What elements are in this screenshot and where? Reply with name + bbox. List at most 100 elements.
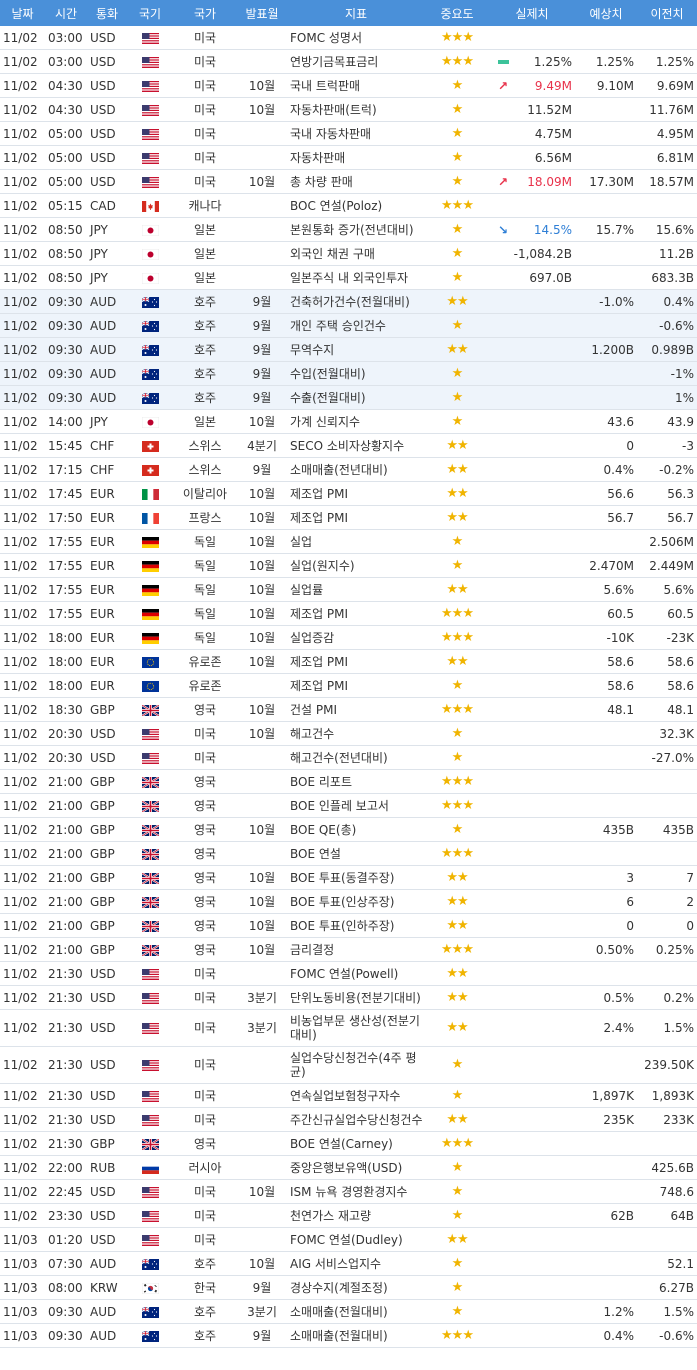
table-row[interactable]: 11/02 21:00 GBP 영국 BOE 인플레 보고서 ★★★ xyxy=(0,793,697,818)
cell-indicator[interactable]: 소매매출(전월대비) xyxy=(287,1299,425,1324)
table-row[interactable]: 11/02 15:45 CHF 스위스 4분기 SECO 소비자상황지수 ★★ 0 -3 xyxy=(0,433,697,458)
cell-indicator[interactable]: 실업 xyxy=(287,529,425,554)
cell-indicator[interactable]: ISM 뉴욕 경영환경지수 xyxy=(287,1179,425,1204)
table-row[interactable]: 11/02 14:00 JPY 일본 10월 가계 신뢰지수 ★ 43.6 43.9 xyxy=(0,409,697,434)
cell-indicator[interactable]: 국내 트럭판매 xyxy=(287,73,425,98)
table-row[interactable]: 11/02 22:45 USD 미국 10월 ISM 뉴욕 경영환경지수 ★ 748.6 xyxy=(0,1179,697,1204)
table-row[interactable]: 11/02 05:00 USD 미국 국내 자동차판매 ★ 4.75M 4.95M xyxy=(0,121,697,146)
cell-indicator[interactable]: 제조업 PMI xyxy=(287,481,425,506)
table-row[interactable]: 11/02 05:15 CAD 캐나다 BOC 연설(Poloz) ★★★ xyxy=(0,193,697,218)
table-row[interactable]: 11/02 18:00 EUR 유로존 10월 제조업 PMI ★★ 58.6 58.6 xyxy=(0,649,697,674)
table-row[interactable]: 11/02 09:30 AUD 호주 9월 수출(전월대비) ★ 1% xyxy=(0,385,697,410)
table-row[interactable]: 11/02 21:00 GBP 영국 10월 BOE QE(총) ★ 435B 435B xyxy=(0,817,697,842)
table-row[interactable]: 11/02 21:00 GBP 영국 BOE 리포트 ★★★ xyxy=(0,769,697,794)
cell-indicator[interactable]: 연속실업보험청구자수 xyxy=(287,1083,425,1108)
table-row[interactable]: 11/02 17:45 EUR 이탈리아 10월 제조업 PMI ★★ 56.6 56.3 xyxy=(0,481,697,506)
cell-indicator[interactable]: BOE 연설(Carney) xyxy=(287,1131,425,1156)
table-row[interactable]: 11/02 18:00 EUR 유로존 제조업 PMI ★ 58.6 58.6 xyxy=(0,673,697,698)
table-row[interactable]: 11/02 09:30 AUD 호주 9월 개인 주택 승인건수 ★ -0.6% xyxy=(0,313,697,338)
table-row[interactable]: 11/02 20:30 USD 미국 해고건수(전년대비) ★ -27.0% xyxy=(0,745,697,770)
cell-indicator[interactable]: FOMC 연설(Powell) xyxy=(287,961,425,986)
cell-indicator[interactable]: 단위노동비용(전분기대비) xyxy=(287,985,425,1010)
cell-indicator[interactable]: AIG 서비스업지수 xyxy=(287,1251,425,1276)
cell-indicator[interactable]: 자동차판매 xyxy=(287,145,425,170)
cell-indicator[interactable]: 연방기금목표금리 xyxy=(287,49,425,74)
table-row[interactable]: 11/02 03:00 USD 미국 연방기금목표금리 ★★★ 1.25% 1.25% 1.25… xyxy=(0,49,697,74)
table-row[interactable]: 11/02 08:50 JPY 일본 일본주식 내 외국인투자 ★ 697.0B 683.3B xyxy=(0,265,697,290)
cell-indicator[interactable]: BOE 리포트 xyxy=(287,769,425,794)
cell-indicator[interactable]: FOMC 연설(Dudley) xyxy=(287,1227,425,1252)
header-release-month[interactable]: 발표월 xyxy=(237,0,287,26)
cell-indicator[interactable]: 주간신규실업수당신청건수 xyxy=(287,1107,425,1132)
cell-indicator[interactable]: 실업수당신청건수(4주 평균) xyxy=(287,1046,425,1084)
table-row[interactable]: 11/02 17:55 EUR 독일 10월 실업 ★ 2.506M xyxy=(0,529,697,554)
cell-indicator[interactable]: 제조업 PMI xyxy=(287,649,425,674)
cell-indicator[interactable]: 실업증감 xyxy=(287,625,425,650)
table-row[interactable]: 11/02 17:55 EUR 독일 10월 실업(원지수) ★ 2.470M 2.449M xyxy=(0,553,697,578)
header-actual[interactable]: 실제치 xyxy=(489,0,575,26)
table-row[interactable]: 11/02 18:00 EUR 독일 10월 실업증감 ★★★ -10K -23K xyxy=(0,625,697,650)
table-row[interactable]: 11/02 21:30 USD 미국 3분기 비농업부문 생산성(전분기대비) ★★ 2.4%… xyxy=(0,1009,697,1047)
table-row[interactable]: 11/02 04:30 USD 미국 10월 자동차판매(트럭) ★ 11.52M 11.76M xyxy=(0,97,697,122)
cell-indicator[interactable]: 제조업 PMI xyxy=(287,505,425,530)
cell-indicator[interactable]: 소매매출(전월대비) xyxy=(287,1323,425,1348)
header-date[interactable]: 날짜 xyxy=(0,0,45,26)
cell-indicator[interactable]: 천연가스 재고량 xyxy=(287,1203,425,1228)
table-row[interactable]: 11/02 08:50 JPY 일본 외국인 채권 구매 ★ -1,084.2B 11.2B xyxy=(0,241,697,266)
table-row[interactable]: 11/02 17:50 EUR 프랑스 10월 제조업 PMI ★★ 56.7 56.7 xyxy=(0,505,697,530)
header-country[interactable]: 국가 xyxy=(173,0,237,26)
table-row[interactable]: 11/02 18:30 GBP 영국 10월 건설 PMI ★★★ 48.1 48.1 xyxy=(0,697,697,722)
cell-indicator[interactable]: 외국인 채권 구매 xyxy=(287,241,425,266)
cell-indicator[interactable]: 소매매출(전년대비) xyxy=(287,457,425,482)
cell-indicator[interactable]: BOE 인플레 보고서 xyxy=(287,793,425,818)
cell-indicator[interactable]: BOC 연설(Poloz) xyxy=(287,193,425,218)
table-row[interactable]: 11/02 21:30 USD 미국 주간신규실업수당신청건수 ★★ 235K 233K xyxy=(0,1107,697,1132)
table-row[interactable]: 11/02 21:30 USD 미국 연속실업보험청구자수 ★ 1,897K 1,893K xyxy=(0,1083,697,1108)
table-row[interactable]: 11/02 22:00 RUB 러시아 중앙은행보유액(USD) ★ 425.6B xyxy=(0,1155,697,1180)
cell-indicator[interactable]: FOMC 성명서 xyxy=(287,26,425,50)
cell-indicator[interactable]: 금리결정 xyxy=(287,937,425,962)
cell-indicator[interactable]: 실업(원지수) xyxy=(287,553,425,578)
cell-indicator[interactable]: 경상수지(계절조정) xyxy=(287,1275,425,1300)
table-row[interactable]: 11/03 08:00 KRW 한국 9월 경상수지(계절조정) ★ 6.27B xyxy=(0,1275,697,1300)
cell-indicator[interactable]: SECO 소비자상황지수 xyxy=(287,433,425,458)
table-row[interactable]: 11/02 21:00 GBP 영국 10월 BOE 투표(인하주장) ★★ 0 0 xyxy=(0,913,697,938)
cell-indicator[interactable]: 건설 PMI xyxy=(287,697,425,722)
header-importance[interactable]: 중요도 xyxy=(425,0,489,26)
table-row[interactable]: 11/02 21:00 GBP 영국 10월 BOE 투표(동결주장) ★★ 3 7 xyxy=(0,865,697,890)
table-row[interactable]: 11/02 23:30 USD 미국 천연가스 재고량 ★ 62B 64B xyxy=(0,1203,697,1228)
cell-indicator[interactable]: 해고건수(전년대비) xyxy=(287,745,425,770)
table-row[interactable]: 11/02 21:00 GBP 영국 BOE 연설 ★★★ xyxy=(0,841,697,866)
cell-indicator[interactable]: BOE 투표(인하주장) xyxy=(287,913,425,938)
table-row[interactable]: 11/02 21:00 GBP 영국 10월 금리결정 ★★★ 0.50% 0.25% xyxy=(0,937,697,962)
table-row[interactable]: 11/02 21:30 USD 미국 FOMC 연설(Powell) ★★ xyxy=(0,961,697,986)
cell-indicator[interactable]: 해고건수 xyxy=(287,721,425,746)
table-row[interactable]: 11/02 09:30 AUD 호주 9월 수입(전월대비) ★ -1% xyxy=(0,361,697,386)
table-row[interactable]: 11/02 03:00 USD 미국 FOMC 성명서 ★★★ xyxy=(0,26,697,50)
cell-indicator[interactable]: 개인 주택 승인건수 xyxy=(287,313,425,338)
cell-indicator[interactable]: 자동차판매(트럭) xyxy=(287,97,425,122)
header-forecast[interactable]: 예상치 xyxy=(575,0,637,26)
header-indicator[interactable]: 지표 xyxy=(287,0,425,26)
table-row[interactable]: 11/02 17:55 EUR 독일 10월 제조업 PMI ★★★ 60.5 60.5 xyxy=(0,601,697,626)
cell-indicator[interactable]: 건축허가건수(전월대비) xyxy=(287,289,425,314)
table-row[interactable]: 11/02 04:30 USD 미국 10월 국내 트럭판매 ★ ↗ 9.49M 9.10M 9.6… xyxy=(0,73,697,98)
cell-indicator[interactable]: 가계 신뢰지수 xyxy=(287,409,425,434)
table-row[interactable]: 11/02 05:00 USD 미국 10월 총 차량 판매 ★ ↗ 18.09M 17.30M 1… xyxy=(0,169,697,194)
table-row[interactable]: 11/02 21:30 GBP 영국 BOE 연설(Carney) ★★★ xyxy=(0,1131,697,1156)
cell-indicator[interactable]: BOE 연설 xyxy=(287,841,425,866)
table-row[interactable]: 11/03 09:30 AUD 호주 3분기 소매매출(전월대비) ★ 1.2% 1.5% xyxy=(0,1299,697,1324)
cell-indicator[interactable]: 일본주식 내 외국인투자 xyxy=(287,265,425,290)
table-row[interactable]: 11/03 01:20 USD 미국 FOMC 연설(Dudley) ★★ xyxy=(0,1227,697,1252)
cell-indicator[interactable]: 무역수지 xyxy=(287,337,425,362)
table-row[interactable]: 11/03 07:30 AUD 호주 10월 AIG 서비스업지수 ★ 52.1 xyxy=(0,1251,697,1276)
table-row[interactable]: 11/03 09:30 AUD 호주 9월 소매매출(전월대비) ★★★ 0.4% -0.6% xyxy=(0,1323,697,1348)
cell-indicator[interactable]: 총 차량 판매 xyxy=(287,169,425,194)
table-row[interactable]: 11/02 21:30 USD 미국 실업수당신청건수(4주 평균) ★ 239.50K xyxy=(0,1046,697,1084)
table-row[interactable]: 11/02 21:30 USD 미국 3분기 단위노동비용(전분기대비) ★★ 0.5% 0.2… xyxy=(0,985,697,1010)
table-row[interactable]: 11/02 05:00 USD 미국 자동차판매 ★ 6.56M 6.81M xyxy=(0,145,697,170)
cell-indicator[interactable]: BOE 투표(동결주장) xyxy=(287,865,425,890)
header-previous[interactable]: 이전치 xyxy=(637,0,697,26)
cell-indicator[interactable]: 국내 자동차판매 xyxy=(287,121,425,146)
header-time[interactable]: 시간 xyxy=(45,0,87,26)
